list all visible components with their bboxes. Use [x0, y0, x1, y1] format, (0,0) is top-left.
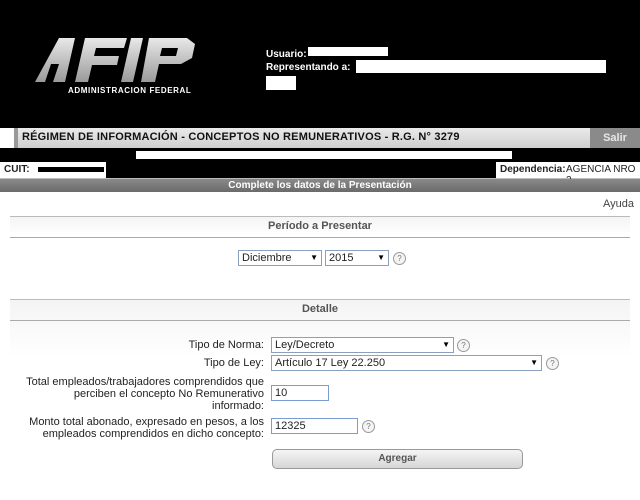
page-title: RÉGIMEN DE INFORMACIÓN - CONCEPTOS NO RE…	[22, 131, 460, 143]
redacted-contributor	[136, 151, 512, 159]
ayuda-link[interactable]: Ayuda	[603, 198, 634, 210]
help-icon[interactable]: ?	[457, 339, 470, 352]
total-empleados-label: Total empleados/trabajadores comprendido…	[4, 376, 264, 412]
anio-select[interactable]: 2015 ▼	[325, 250, 389, 266]
agregar-button[interactable]: Agregar	[272, 449, 523, 469]
cuit-label: CUIT:	[4, 164, 30, 175]
mes-select[interactable]: Diciembre ▼	[238, 250, 322, 266]
detalle-title: Detalle	[301, 303, 339, 315]
total-empleados-label-line1: Total empleados/trabajadores comprendido…	[26, 376, 264, 388]
representando-label: Representando a:	[266, 62, 351, 73]
tipo-ley-select[interactable]: Artículo 17 Ley 22.250 ▼	[271, 355, 542, 371]
tipo-norma-value: Ley/Decreto	[275, 339, 335, 351]
tipo-ley-value: Artículo 17 Ley 22.250	[275, 357, 386, 369]
redacted-usuario	[308, 47, 388, 56]
periodo-divider	[10, 237, 630, 238]
salir-button[interactable]: Salir	[590, 128, 640, 148]
periodo-title: Período a Presentar	[268, 220, 372, 232]
chevron-down-icon: ▼	[442, 340, 450, 349]
help-icon[interactable]: ?	[362, 420, 375, 433]
redacted-representado-2	[266, 76, 296, 90]
logo-subtitle: ADMINISTRACION FEDERAL	[68, 86, 192, 95]
total-empleados-label-line3: informado:	[212, 400, 264, 412]
monto-label-line2: empleados comprendidos en dicho concepto…	[42, 428, 264, 440]
monto-label-line1: Monto total abonado, expresado en pesos,…	[29, 416, 264, 428]
monto-input[interactable]: 12325	[271, 418, 358, 434]
help-icon[interactable]: ?	[546, 357, 559, 370]
monto-label: Monto total abonado, expresado en pesos,…	[4, 416, 264, 440]
redacted-cuit-box	[106, 162, 496, 178]
tipo-norma-label: Tipo de Norma:	[188, 339, 264, 351]
periodo-panel: Período a Presentar	[10, 216, 630, 277]
tipo-norma-select[interactable]: Ley/Decreto ▼	[271, 337, 454, 353]
chevron-down-icon: ▼	[377, 253, 385, 262]
mes-value: Diciembre	[242, 252, 292, 264]
detalle-divider	[10, 320, 630, 321]
contributor-bar	[0, 148, 640, 162]
dependencia-label: Dependencia:	[500, 164, 566, 175]
redacted-cuit	[38, 167, 104, 172]
app-header: ADMINISTRACION FEDERAL Usuario: Represen…	[0, 0, 640, 128]
redacted-representado	[356, 60, 606, 73]
cuit-row: CUIT: Dependencia: AGENCIA NRO 2	[0, 162, 640, 186]
help-icon[interactable]: ?	[393, 252, 406, 265]
anio-value: 2015	[329, 252, 354, 264]
section-header: Complete los datos de la Presentación	[0, 179, 640, 192]
total-empleados-input[interactable]: 10	[271, 385, 329, 401]
tipo-ley-label: Tipo de Ley:	[203, 357, 264, 369]
total-empleados-label-line2: perciben el concepto No Remunerativo	[73, 388, 264, 400]
chevron-down-icon: ▼	[310, 253, 318, 262]
chevron-down-icon: ▼	[530, 358, 538, 367]
title-bar: RÉGIMEN DE INFORMACIÓN - CONCEPTOS NO RE…	[0, 128, 640, 148]
